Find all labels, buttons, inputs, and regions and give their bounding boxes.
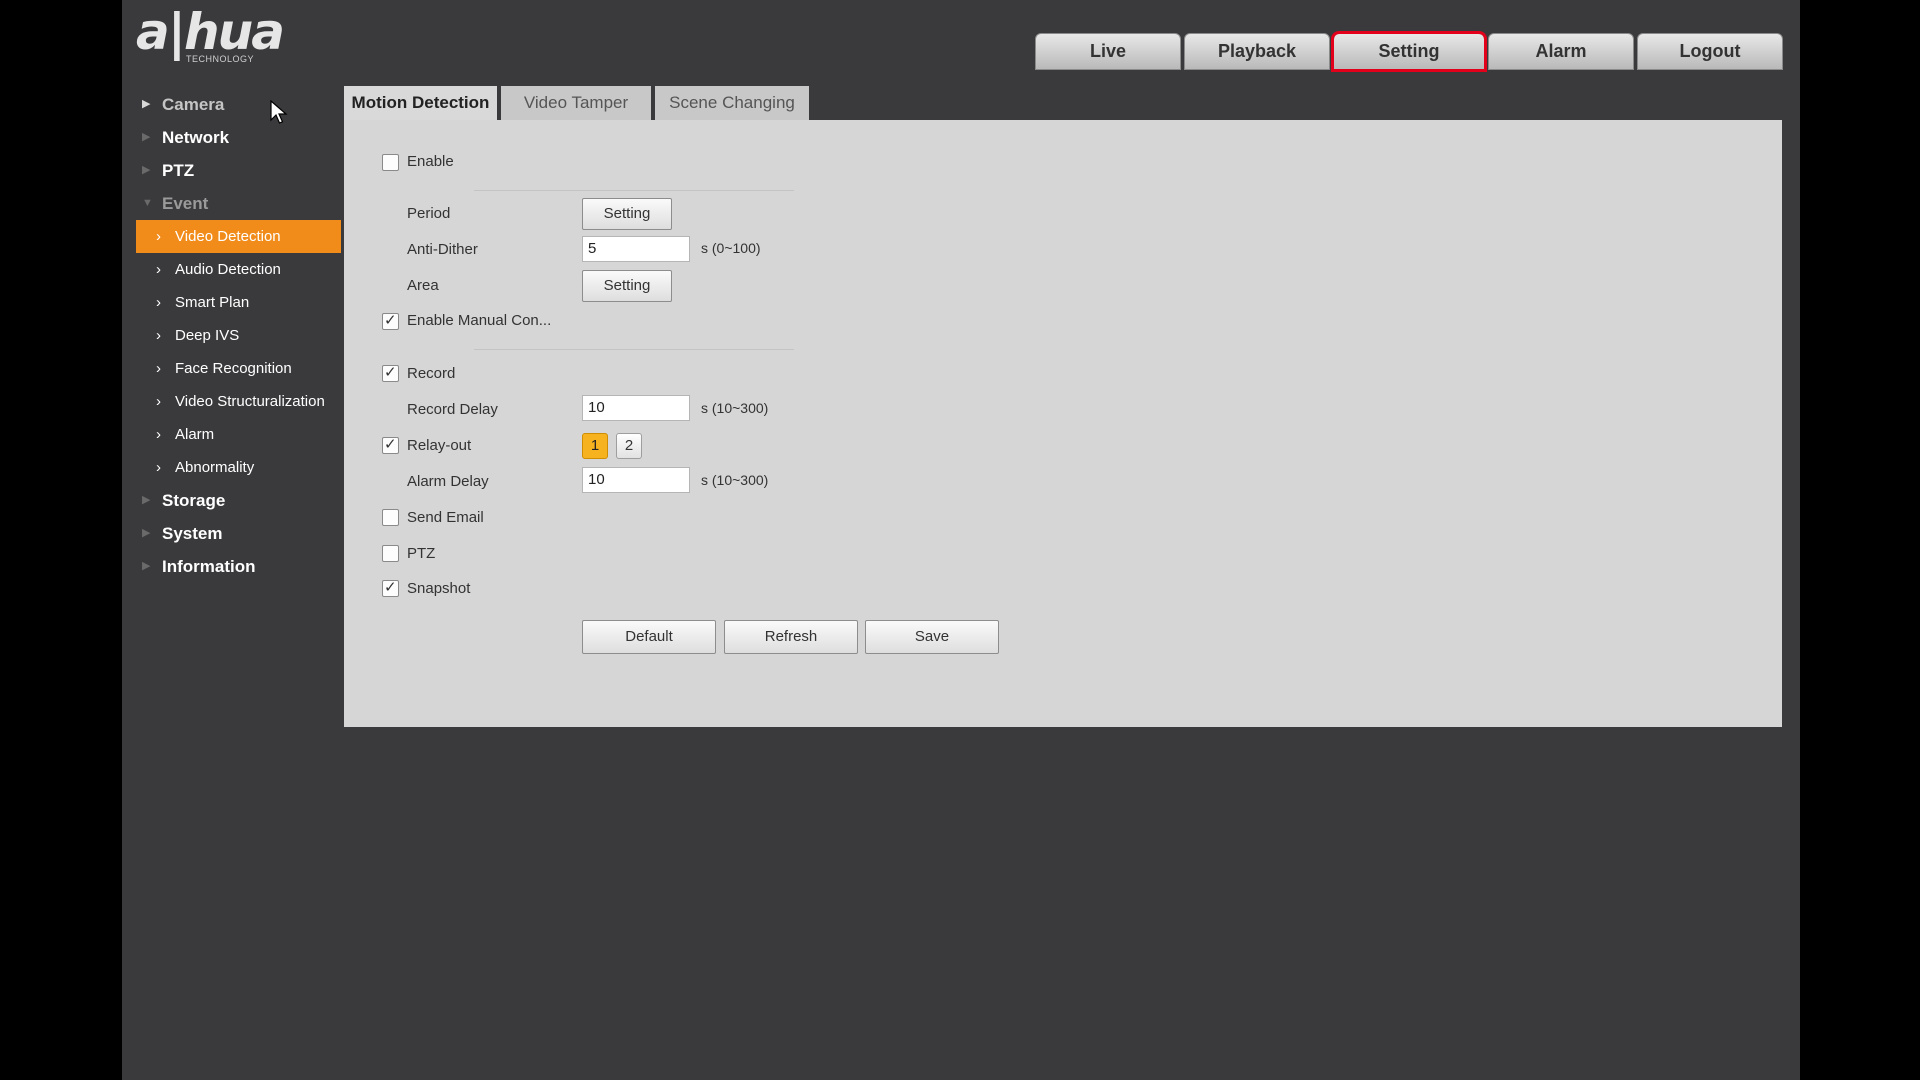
nav-live-button[interactable]: Live — [1035, 33, 1181, 70]
area-setting-button[interactable]: Setting — [582, 270, 672, 302]
record-delay-unit: s (10~300) — [701, 400, 769, 416]
sidebar-subitem-video-structuralization[interactable]: › Video Structuralization — [122, 385, 342, 418]
send-email-label: Send Email — [407, 509, 484, 526]
area-label: Area — [407, 277, 439, 294]
divider — [474, 349, 794, 350]
enable-checkbox[interactable] — [382, 154, 399, 171]
alarm-delay-input[interactable]: 10 — [582, 467, 690, 493]
sidebar: ▶ Camera ▶ Network ▶ PTZ ▼ Event › Video… — [122, 88, 342, 583]
period-setting-button[interactable]: Setting — [582, 198, 672, 230]
brand-logo: a|hua TECHNOLOGY — [136, 4, 326, 66]
chevron-right-icon: › — [156, 459, 161, 476]
caret-right-icon: ▶ — [142, 164, 151, 176]
relay-out-1-button[interactable]: 1 — [582, 433, 608, 459]
sidebar-subitem-label: Audio Detection — [175, 261, 281, 278]
sidebar-item-camera[interactable]: ▶ Camera — [122, 88, 342, 121]
anti-dither-label: Anti-Dither — [407, 241, 478, 258]
sidebar-item-event[interactable]: ▼ Event — [122, 187, 342, 220]
header: a|hua TECHNOLOGY Live Playback Setting A… — [122, 0, 1800, 72]
tab-video-tamper[interactable]: Video Tamper — [501, 86, 651, 120]
sidebar-subitem-label: Video Structuralization — [175, 393, 325, 410]
manual-control-label: Enable Manual Con... — [407, 312, 552, 329]
sidebar-item-label: Information — [162, 557, 256, 576]
nav-setting-button[interactable]: Setting — [1331, 31, 1487, 72]
tab-motion-detection[interactable]: Motion Detection — [344, 86, 497, 120]
record-checkbox[interactable] — [382, 363, 399, 382]
record-delay-label: Record Delay — [407, 401, 498, 418]
sidebar-item-label: Camera — [162, 95, 225, 114]
mouse-pointer-icon — [270, 100, 288, 124]
caret-right-icon: ▶ — [142, 527, 151, 539]
divider — [474, 190, 794, 191]
chevron-right-icon: › — [156, 426, 161, 443]
sidebar-subitem-audio-detection[interactable]: › Audio Detection — [122, 253, 342, 286]
sidebar-subitem-label: Deep IVS — [175, 327, 240, 344]
caret-down-icon: ▼ — [142, 197, 153, 209]
sidebar-subitem-alarm[interactable]: › Alarm — [122, 418, 342, 451]
sidebar-item-label: System — [162, 524, 223, 543]
sidebar-subitem-label: Video Detection — [175, 228, 281, 245]
sidebar-item-network[interactable]: ▶ Network — [122, 121, 342, 154]
default-button[interactable]: Default — [582, 620, 716, 654]
manual-control-checkbox[interactable] — [382, 311, 399, 330]
anti-dither-input[interactable]: 5 — [582, 236, 690, 262]
snapshot-label: Snapshot — [407, 580, 471, 597]
sidebar-item-label: Network — [162, 128, 230, 147]
record-label: Record — [407, 365, 456, 382]
alarm-delay-label: Alarm Delay — [407, 473, 489, 490]
sidebar-subitem-face-recognition[interactable]: › Face Recognition — [122, 352, 342, 385]
sidebar-item-label: PTZ — [162, 161, 195, 180]
sidebar-subitem-smart-plan[interactable]: › Smart Plan — [122, 286, 342, 319]
send-email-checkbox[interactable] — [382, 509, 399, 526]
sidebar-subitem-label: Abnormality — [175, 459, 255, 476]
app-window: a|hua TECHNOLOGY Live Playback Setting A… — [122, 0, 1800, 1080]
period-label: Period — [407, 205, 451, 222]
ptz-label: PTZ — [407, 545, 436, 562]
ptz-checkbox[interactable] — [382, 545, 399, 562]
sidebar-item-storage[interactable]: ▶ Storage — [122, 484, 342, 517]
chevron-right-icon: › — [156, 294, 161, 311]
nav-logout-button[interactable]: Logout — [1637, 33, 1783, 70]
chevron-right-icon: › — [156, 327, 161, 344]
chevron-right-icon: › — [156, 228, 161, 245]
enable-label: Enable — [407, 153, 454, 170]
logo-subtext: TECHNOLOGY — [186, 54, 255, 64]
nav-playback-button[interactable]: Playback — [1184, 33, 1330, 70]
sidebar-subitem-abnormality[interactable]: › Abnormality — [122, 451, 342, 484]
chevron-right-icon: › — [156, 261, 161, 278]
motion-detection-panel: Enable Period Setting Anti-Dither 5 s (0… — [344, 120, 1782, 727]
sidebar-subitem-label: Face Recognition — [175, 360, 292, 377]
nav-alarm-button[interactable]: Alarm — [1488, 33, 1634, 70]
relay-out-label: Relay-out — [407, 437, 472, 454]
relay-out-2-button[interactable]: 2 — [616, 433, 642, 459]
sidebar-item-label: Storage — [162, 491, 226, 510]
alarm-delay-unit: s (10~300) — [701, 472, 769, 488]
sidebar-subitem-video-detection[interactable]: › Video Detection — [136, 220, 341, 253]
sidebar-item-ptz[interactable]: ▶ PTZ — [122, 154, 342, 187]
chevron-right-icon: › — [156, 360, 161, 377]
caret-right-icon: ▶ — [142, 98, 151, 110]
snapshot-checkbox[interactable] — [382, 578, 399, 597]
chevron-right-icon: › — [156, 393, 161, 410]
anti-dither-unit: s (0~100) — [701, 240, 761, 256]
save-button[interactable]: Save — [865, 620, 999, 654]
sidebar-subitem-label: Alarm — [175, 426, 215, 443]
sidebar-item-information[interactable]: ▶ Information — [122, 550, 342, 583]
refresh-button[interactable]: Refresh — [724, 620, 858, 654]
relay-out-checkbox[interactable] — [382, 435, 399, 454]
sidebar-item-label: Event — [162, 194, 209, 213]
logo-mark: a|hua — [136, 3, 285, 61]
sidebar-item-system[interactable]: ▶ System — [122, 517, 342, 550]
caret-right-icon: ▶ — [142, 131, 151, 143]
sidebar-subitem-label: Smart Plan — [175, 294, 250, 311]
sidebar-subitem-deep-ivs[interactable]: › Deep IVS — [122, 319, 342, 352]
caret-right-icon: ▶ — [142, 560, 151, 572]
tab-scene-changing[interactable]: Scene Changing — [655, 86, 809, 120]
record-delay-input[interactable]: 10 — [582, 395, 690, 421]
caret-right-icon: ▶ — [142, 494, 151, 506]
